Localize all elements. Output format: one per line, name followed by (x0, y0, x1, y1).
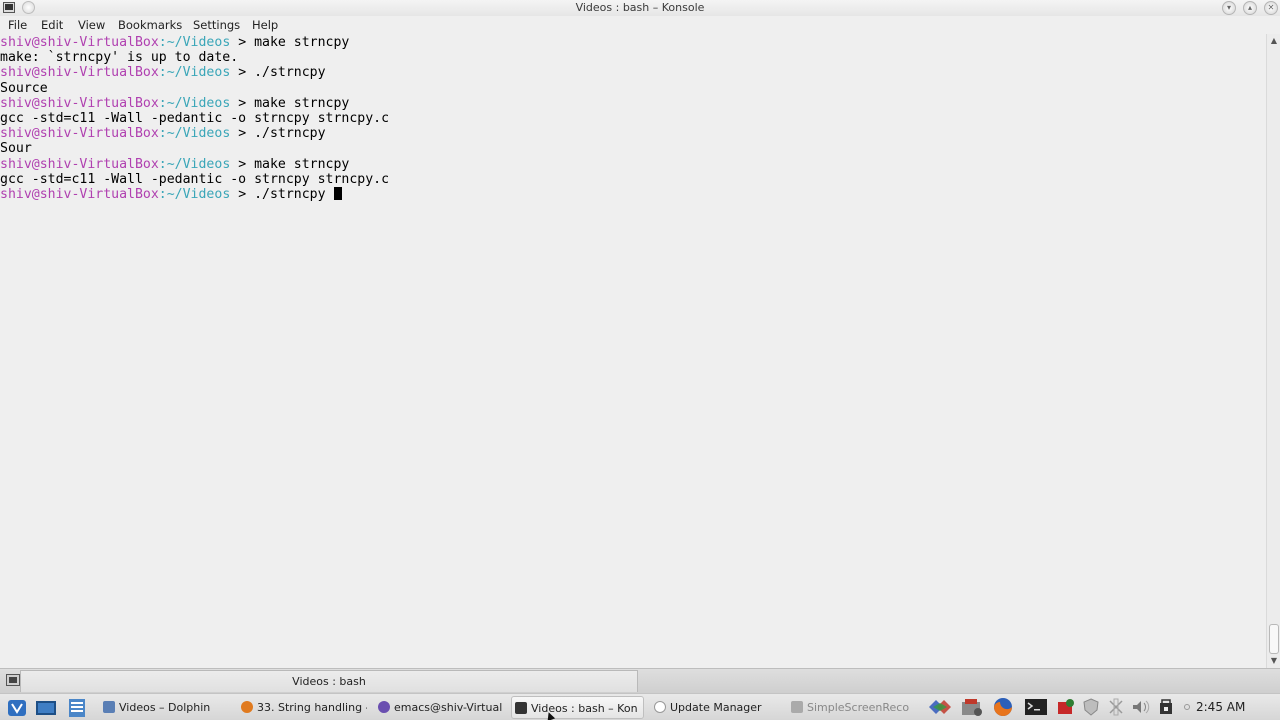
terminal-output-line: gcc -std=c11 -Wall -pedantic -o strncpy … (0, 111, 1266, 126)
clock[interactable]: 2:45 AM (1196, 700, 1245, 714)
firefox-icon (241, 701, 253, 713)
task-label: emacs@shiv-Virtual (394, 701, 502, 714)
prompt-symbol: > (230, 156, 255, 172)
package-manager-icon[interactable] (958, 697, 986, 717)
scroll-up-arrow-icon[interactable]: ▲ (1268, 36, 1280, 46)
task-firefox[interactable]: 33. String handling - (239, 696, 367, 719)
scroll-down-arrow-icon[interactable]: ▼ (1268, 656, 1280, 666)
maximize-button[interactable]: ▴ (1243, 1, 1257, 15)
taskbar: Videos – Dolphin 33. String handling - e… (0, 693, 1280, 720)
menu-help[interactable]: Help (252, 18, 278, 32)
output-text: gcc -std=c11 -Wall -pedantic -o strncpy … (0, 171, 390, 187)
terminal-prompt-line: shiv@shiv-VirtualBox:~/Videos > make str… (0, 35, 1266, 50)
kde-menu-icon[interactable] (6, 698, 28, 718)
terminal-scrollbar[interactable]: ▲ ▼ (1266, 34, 1280, 668)
prompt-path: :~/Videos (158, 156, 231, 172)
output-text: make: `strncpy' is up to date. (0, 50, 239, 66)
prompt-user: shiv@shiv-VirtualBox (0, 95, 159, 111)
prompt-path: :~/Videos (158, 186, 231, 202)
terminal-prompt-line: shiv@shiv-VirtualBox:~/Videos > make str… (0, 157, 1266, 172)
command-text: make strncpy (254, 95, 350, 111)
terminal-prompt-line: shiv@shiv-VirtualBox:~/Videos > make str… (0, 96, 1266, 111)
terminal-output[interactable]: shiv@shiv-VirtualBox:~/Videos > make str… (0, 34, 1266, 668)
dolphin-icon (103, 701, 115, 713)
terminal-output-line: gcc -std=c11 -Wall -pedantic -o strncpy … (0, 172, 1266, 187)
prompt-path: :~/Videos (158, 126, 231, 142)
output-text: Source (0, 80, 48, 96)
menu-bar: File Edit View Bookmarks Settings Help (0, 16, 1280, 34)
terminal-output-line: make: `strncpy' is up to date. (0, 50, 1266, 65)
menu-settings[interactable]: Settings (193, 18, 240, 32)
red-tray-icon[interactable] (1055, 697, 1077, 717)
prompt-user: shiv@shiv-VirtualBox (0, 186, 159, 202)
prompt-user: shiv@shiv-VirtualBox (0, 35, 159, 50)
window-titlebar[interactable]: Videos : bash – Konsole ▾ ▴ ✕ (0, 0, 1280, 16)
firefox-launcher-icon[interactable] (990, 697, 1016, 717)
terminal-prompt-line: shiv@shiv-VirtualBox:~/Videos > ./strncp… (0, 186, 1266, 202)
new-tab-icon[interactable] (6, 674, 20, 686)
tray-expand-icon[interactable] (1181, 697, 1193, 717)
command-text: ./strncpy (254, 65, 326, 81)
recorder-icon (791, 701, 803, 713)
close-button[interactable]: ✕ (1264, 1, 1278, 15)
output-text: Sour (0, 141, 32, 157)
command-text: make strncpy (254, 35, 350, 50)
menu-view[interactable]: View (78, 18, 105, 32)
prompt-symbol: > (230, 95, 255, 111)
scrollbar-thumb[interactable] (1269, 624, 1279, 654)
show-desktop-icon[interactable] (35, 698, 57, 718)
task-simplescreenrecorder[interactable]: SimpleScreenReco (789, 696, 915, 719)
notification-icon[interactable] (1156, 697, 1176, 717)
menu-file[interactable]: File (8, 18, 27, 32)
task-label: Update Manager (670, 701, 762, 714)
konsole-icon (515, 702, 527, 714)
task-konsole[interactable]: Videos : bash – Kon (511, 696, 644, 719)
prompt-symbol: > (230, 65, 255, 81)
task-emacs[interactable]: emacs@shiv-Virtual (376, 696, 502, 719)
terminal-output-line: Source (0, 81, 1266, 96)
session-tab[interactable]: Videos : bash (20, 670, 638, 692)
menu-bookmarks[interactable]: Bookmarks (118, 18, 182, 32)
task-label: SimpleScreenReco (807, 701, 910, 714)
terminal-output-line: Sour (0, 141, 1266, 156)
session-tab-label: Videos : bash (292, 675, 366, 688)
session-tab-bar: Videos : bash (0, 668, 1280, 693)
task-dolphin[interactable]: Videos – Dolphin (101, 696, 229, 719)
prompt-path: :~/Videos (158, 65, 231, 81)
prompt-user: shiv@shiv-VirtualBox (0, 126, 159, 142)
prompt-symbol: > (230, 126, 255, 142)
task-label: Videos – Dolphin (119, 701, 211, 714)
volume-icon[interactable] (1130, 697, 1152, 717)
output-text: gcc -std=c11 -Wall -pedantic -o strncpy … (0, 110, 390, 126)
menu-edit[interactable]: Edit (41, 18, 63, 32)
prompt-path: :~/Videos (158, 95, 231, 111)
security-tray-icon[interactable] (1081, 697, 1101, 717)
task-update-manager[interactable]: Update Manager (652, 696, 780, 719)
prompt-user: shiv@shiv-VirtualBox (0, 65, 159, 81)
desktop-screen: Videos : bash – Konsole ▾ ▴ ✕ File Edit … (0, 0, 1280, 720)
emacs-icon (378, 701, 390, 713)
terminal-launcher-icon[interactable] (1024, 697, 1048, 717)
prompt-path: :~/Videos (158, 35, 231, 50)
terminal-prompt-line: shiv@shiv-VirtualBox:~/Videos > ./strncp… (0, 126, 1266, 141)
window-title: Videos : bash – Konsole (575, 1, 705, 14)
prompt-symbol: > (230, 35, 255, 50)
command-text: make strncpy (254, 156, 350, 172)
prompt-symbol: > (230, 186, 255, 202)
minimize-button[interactable]: ▾ (1222, 1, 1236, 15)
file-manager-icon[interactable] (66, 698, 88, 718)
command-text: ./strncpy (254, 186, 334, 202)
shield-icon (654, 701, 666, 713)
terminal-cursor (333, 186, 342, 200)
prompt-user: shiv@shiv-VirtualBox (0, 156, 159, 172)
network-disconnected-icon[interactable] (1106, 697, 1126, 717)
command-text: ./strncpy (254, 126, 326, 142)
virtualbox-tray-icon[interactable] (926, 697, 954, 717)
task-label: 33. String handling - (257, 701, 367, 714)
terminal-prompt-line: shiv@shiv-VirtualBox:~/Videos > ./strncp… (0, 65, 1266, 80)
